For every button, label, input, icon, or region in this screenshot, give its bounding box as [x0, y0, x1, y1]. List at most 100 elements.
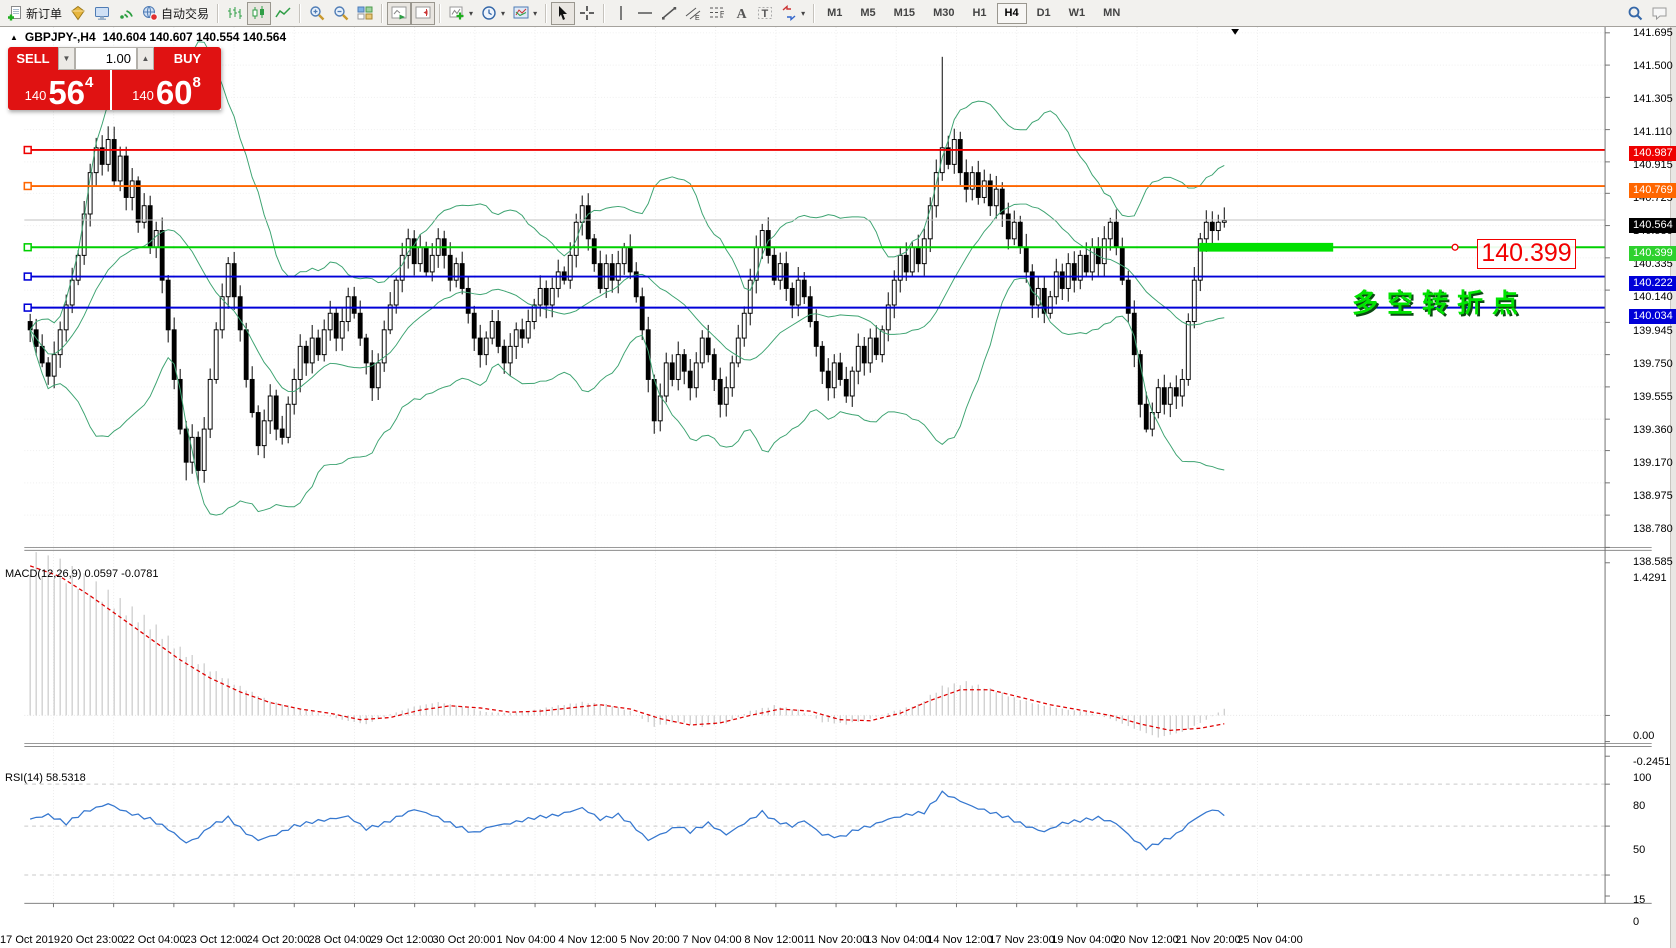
rsi-tick-label: 50: [1633, 844, 1676, 856]
price-tick-label: 140.915: [1633, 159, 1676, 171]
vertical-line-icon: [613, 5, 629, 21]
price-axis-badge: 140.222: [1629, 276, 1676, 291]
search-button[interactable]: [1623, 2, 1647, 25]
rsi-tick-label: 15: [1633, 894, 1676, 906]
price-tick-label: 141.110: [1633, 126, 1676, 138]
price-axis-badge: 140.399: [1629, 246, 1676, 261]
text-label-icon: T: [757, 5, 773, 21]
timeframe-button-h1[interactable]: H1: [964, 3, 994, 24]
chat-button[interactable]: [1647, 2, 1673, 25]
macd-tick-label: 1.4291: [1633, 572, 1676, 584]
vertical-line-tool-button[interactable]: [609, 2, 633, 25]
chart-workspace[interactable]: ▲ GBPJPY-,H4 140.604 140.607 140.554 140…: [0, 27, 1676, 948]
crosshair-icon: [579, 5, 595, 21]
price-axis-badge: 140.564: [1629, 218, 1676, 233]
trendline-tool-button[interactable]: [657, 2, 681, 25]
price-tick-label: 138.975: [1633, 490, 1676, 502]
templates-button[interactable]: ▾: [509, 2, 541, 25]
ask-price-display[interactable]: 140 60 8: [112, 70, 221, 110]
time-axis-label: 30 Oct 20:00: [433, 934, 496, 946]
price-axis-badge: 140.987: [1629, 146, 1676, 161]
zoom-in-icon: [309, 5, 325, 21]
volume-input[interactable]: [75, 47, 137, 70]
periods-button[interactable]: ▾: [477, 2, 509, 25]
price-tick-label: 139.555: [1633, 391, 1676, 403]
one-click-trading-panel: SELL ▼ ▲ BUY 140 56 4 140 60 8: [8, 47, 221, 110]
market-button[interactable]: [66, 2, 90, 25]
timeframe-button-m1[interactable]: M1: [819, 3, 850, 24]
toolbar-separator: [603, 4, 605, 23]
ohlc-readout: 140.604 140.607 140.554 140.564: [103, 30, 287, 44]
indicators-icon: [449, 5, 465, 21]
time-axis-label: 7 Nov 04:00: [682, 934, 741, 946]
timeframe-button-m30[interactable]: M30: [925, 3, 962, 24]
indicators-button[interactable]: ▾: [445, 2, 477, 25]
computer-icon: [94, 5, 110, 21]
time-axis-label: 23 Oct 12:00: [185, 934, 248, 946]
sell-button[interactable]: SELL: [8, 47, 58, 70]
toolbar-separator: [381, 4, 383, 23]
zoom-out-button[interactable]: [329, 2, 353, 25]
timeframe-button-h4[interactable]: H4: [997, 3, 1027, 24]
candlestick-icon: [251, 5, 267, 21]
signals-icon: [118, 5, 134, 21]
signals-button[interactable]: [114, 2, 138, 25]
crosshair-button[interactable]: [575, 2, 599, 25]
toolbar: 新订单 自动交易 ▾ ▾: [0, 0, 1676, 27]
timeframe-button-d1[interactable]: D1: [1029, 3, 1059, 24]
auto-scroll-button[interactable]: [387, 2, 411, 25]
svg-text:F: F: [720, 11, 724, 18]
line-chart-button[interactable]: [271, 2, 295, 25]
timeframe-button-m5[interactable]: M5: [852, 3, 883, 24]
price-tick-label: 139.750: [1633, 358, 1676, 370]
svg-text:A: A: [737, 7, 748, 21]
rsi-tick-label: 0: [1633, 916, 1676, 928]
text-tool-button[interactable]: A: [729, 2, 753, 25]
time-axis-label: 22 Oct 04:00: [123, 934, 186, 946]
text-label-tool-button[interactable]: T: [753, 2, 777, 25]
bar-chart-button[interactable]: [223, 2, 247, 25]
time-axis-label: 28 Oct 04:00: [309, 934, 372, 946]
zoom-in-button[interactable]: [305, 2, 329, 25]
turning-point-annotation[interactable]: 多空转折点: [1352, 283, 1527, 320]
arrows-tool-button[interactable]: ▾: [777, 2, 809, 25]
bid-sup: 4: [85, 75, 93, 90]
time-axis-label: 1 Nov 04:00: [496, 934, 555, 946]
price-level-label[interactable]: 140.399: [1477, 239, 1576, 269]
bid-prefix: 140: [25, 89, 47, 106]
search-icon: [1627, 5, 1643, 21]
fibonacci-icon: F: [709, 5, 725, 21]
timeframe-button-w1[interactable]: W1: [1061, 3, 1094, 24]
chart-canvas[interactable]: [0, 27, 1676, 930]
timeframe-button-mn[interactable]: MN: [1095, 3, 1128, 24]
chart-shift-button[interactable]: [411, 2, 435, 25]
fibonacci-tool-button[interactable]: F: [705, 2, 729, 25]
time-axis-label: 21 Nov 20:00: [1175, 934, 1240, 946]
toolbar-separator: [545, 4, 547, 23]
tile-windows-button[interactable]: [353, 2, 377, 25]
autotrading-button[interactable]: 自动交易: [138, 2, 213, 25]
horizontal-line-tool-button[interactable]: [633, 2, 657, 25]
rsi-tick-label: 80: [1633, 800, 1676, 812]
chevron-down-icon: ▾: [501, 9, 505, 18]
new-order-button[interactable]: 新订单: [3, 2, 66, 25]
text-icon: A: [733, 5, 749, 21]
bid-price-display[interactable]: 140 56 4: [8, 70, 110, 110]
timeframe-button-m15[interactable]: M15: [886, 3, 923, 24]
price-tick-label: 138.780: [1633, 523, 1676, 535]
time-axis-label: 19 Nov 04:00: [1051, 934, 1116, 946]
time-axis-label: 29 Oct 12:00: [371, 934, 434, 946]
rsi-indicator-label: RSI(14) 58.5318: [5, 772, 86, 784]
volume-down-button[interactable]: ▼: [58, 47, 75, 70]
cursor-button[interactable]: [551, 2, 575, 25]
candlestick-chart-button[interactable]: [247, 2, 271, 25]
terminal-button[interactable]: [90, 2, 114, 25]
gold-gem-icon: [70, 5, 86, 21]
volume-up-button[interactable]: ▲: [137, 47, 154, 70]
channel-tool-button[interactable]: E: [681, 2, 705, 25]
collapse-icon[interactable]: ▲: [10, 33, 18, 42]
price-axis-badge: 140.769: [1629, 183, 1676, 198]
new-order-label: 新订单: [26, 5, 62, 22]
time-axis-label: 20 Nov 12:00: [1113, 934, 1178, 946]
buy-button[interactable]: BUY: [154, 47, 221, 70]
